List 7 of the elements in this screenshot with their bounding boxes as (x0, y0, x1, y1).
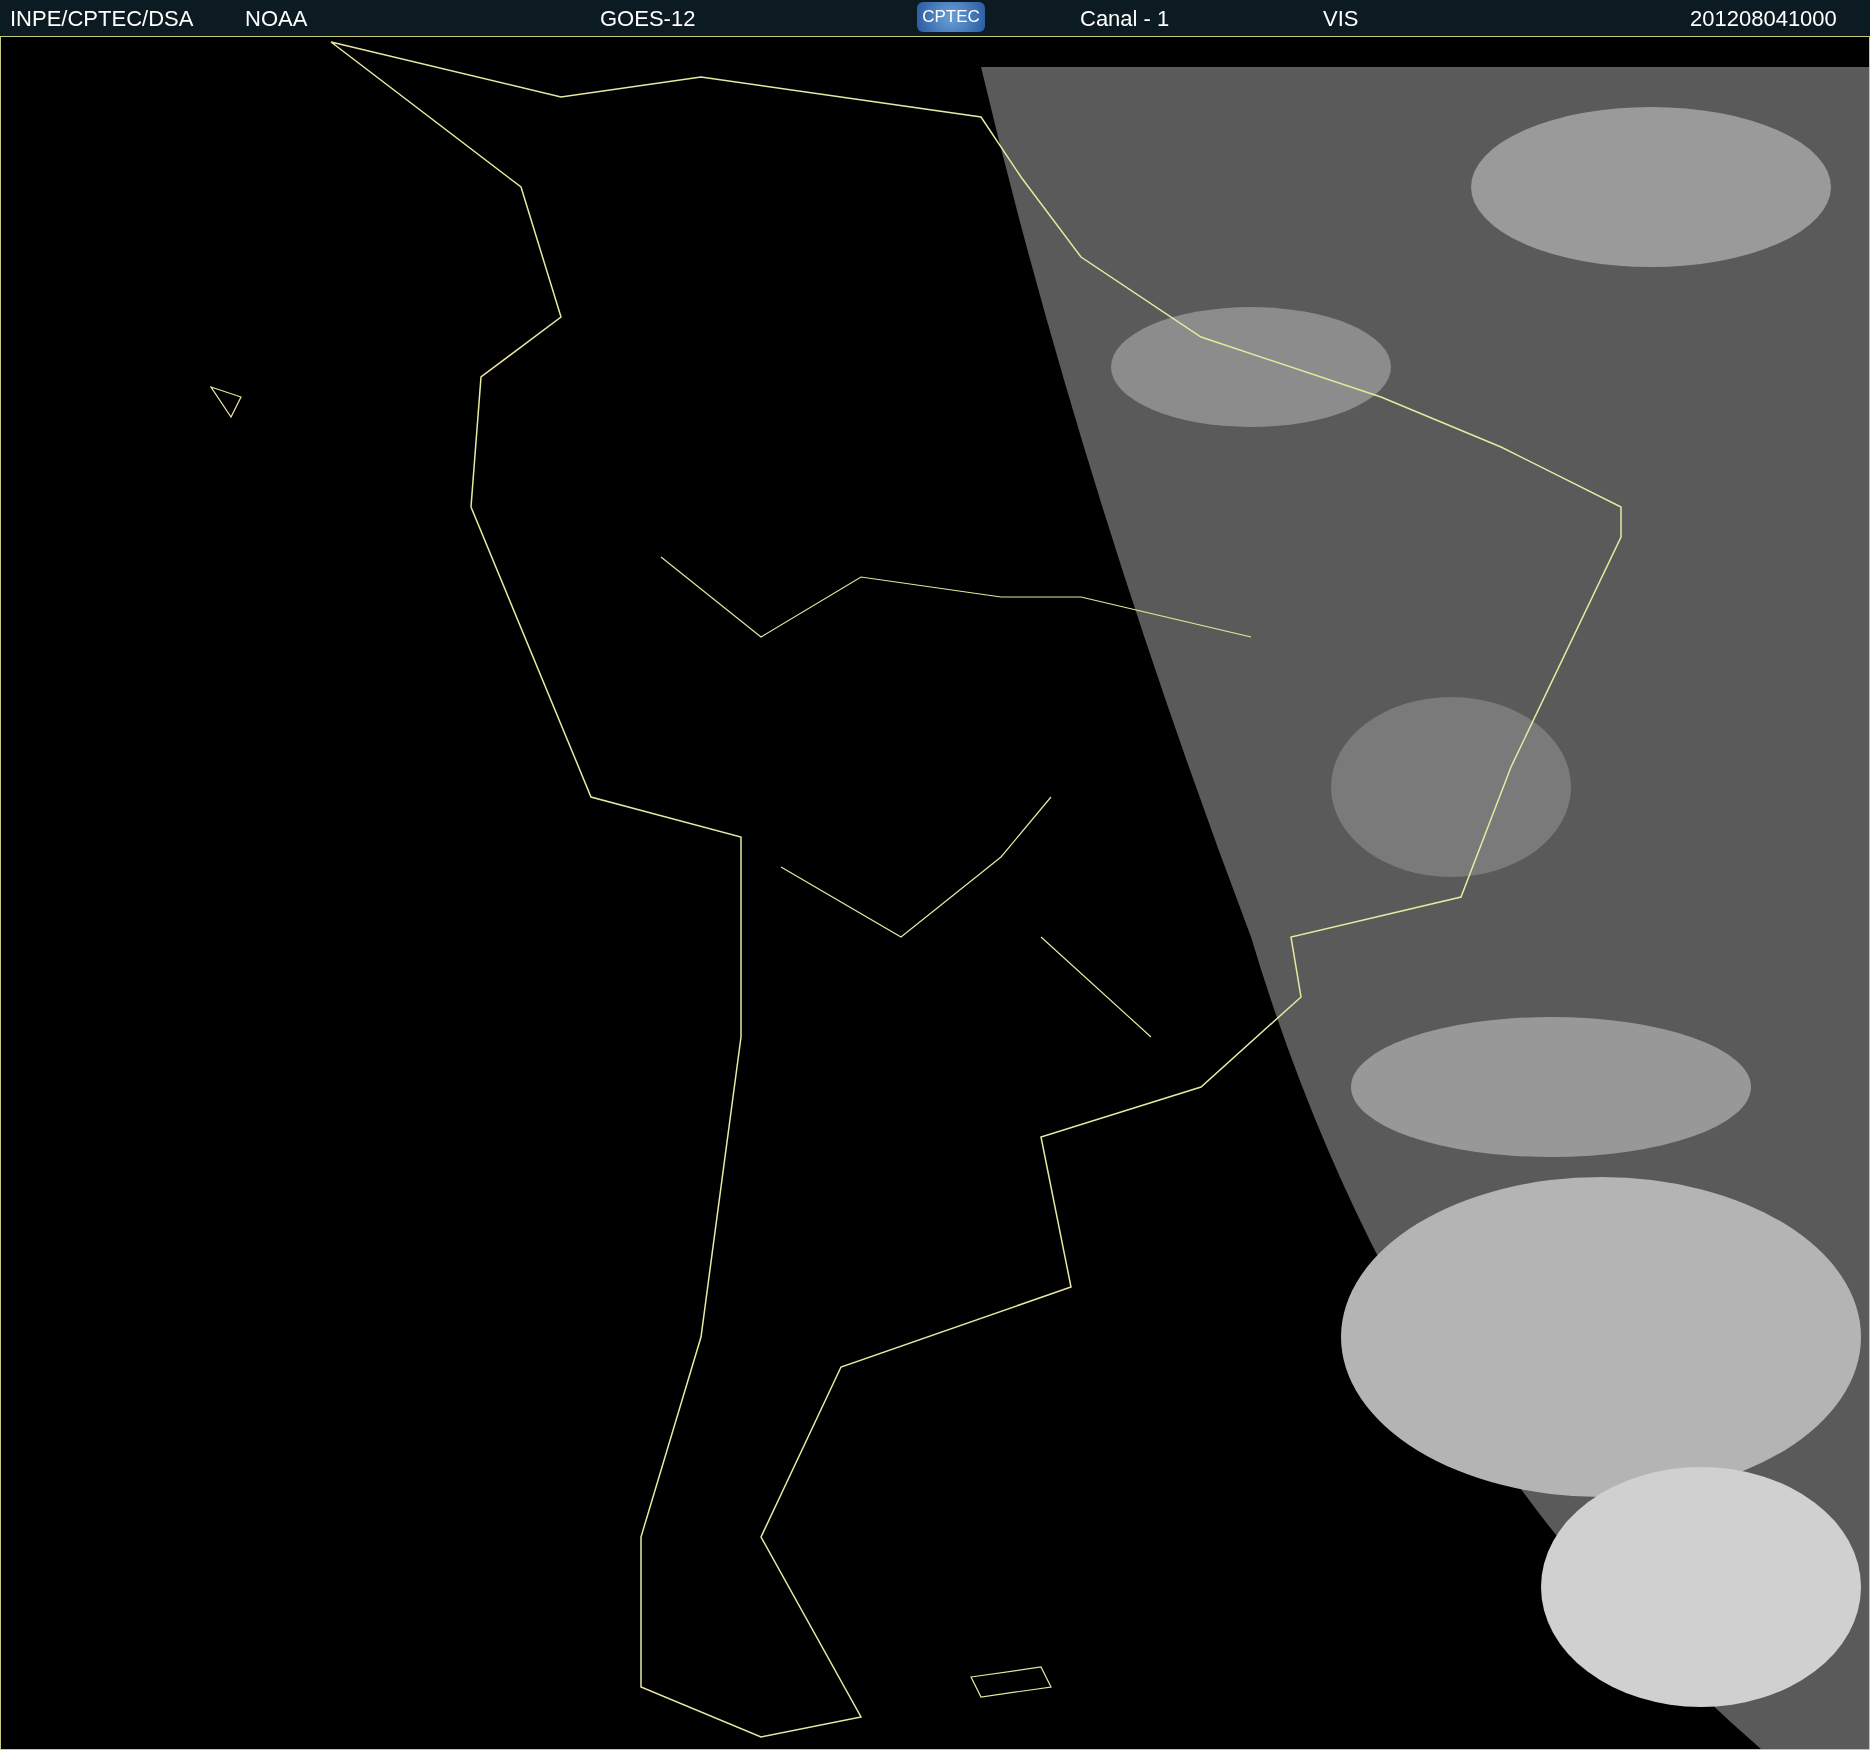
header-label: INPE/CPTEC/DSA (10, 6, 194, 32)
header-label: 201208041000 (1690, 6, 1837, 32)
header-label: GOES-12 (600, 6, 696, 32)
header-label: NOAA (245, 6, 308, 32)
header-label: Canal - 1 (1080, 6, 1170, 32)
header-label: VIS (1323, 6, 1359, 32)
logo: CPTEC (917, 2, 985, 32)
